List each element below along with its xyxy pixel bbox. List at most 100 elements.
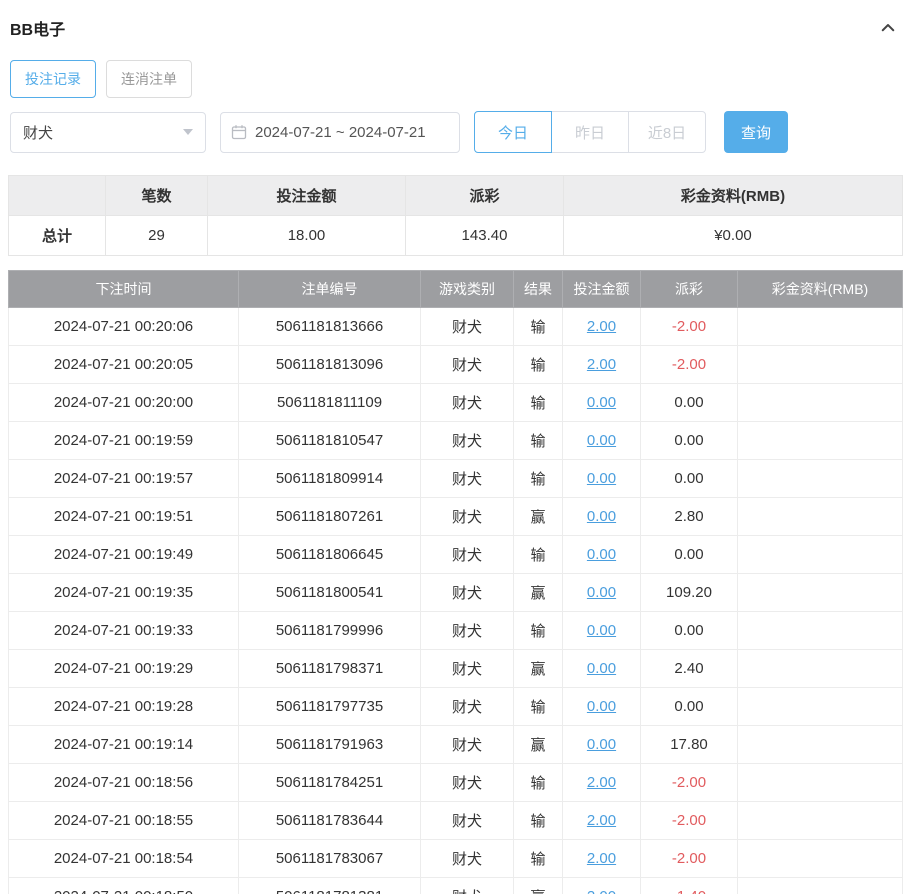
col-header-game-type: 游戏类别 [420, 270, 514, 308]
cell-result: 输 [513, 801, 563, 840]
cell-game-type: 财犬 [420, 839, 514, 878]
bet-amount-link[interactable]: 0.00 [587, 432, 616, 449]
bet-amount-link[interactable]: 2.00 [587, 812, 616, 829]
date-range-value: 2024-07-21 ~ 2024-07-21 [255, 123, 426, 141]
date-range-input[interactable]: 2024-07-21 ~ 2024-07-21 [220, 111, 460, 153]
bet-amount-link[interactable]: 0.00 [587, 698, 616, 715]
table-row: 2024-07-21 00:18:55 5061181783644 财犬 输 2… [8, 801, 903, 840]
panel-header: BB电子 [8, 8, 903, 46]
summary-total-count: 29 [105, 215, 208, 256]
cell-game-type: 财犬 [420, 307, 514, 346]
cell-order-id: 5061181811109 [238, 383, 421, 422]
cell-bet-time: 2024-07-21 00:20:05 [8, 345, 239, 384]
cell-game-type: 财犬 [420, 421, 514, 460]
summary-header-payout: 派彩 [405, 175, 564, 216]
cell-result: 输 [513, 421, 563, 460]
cell-bet-amount: 0.00 [562, 725, 641, 764]
cell-payout: -2.00 [640, 307, 738, 346]
cell-payout: -1.40 [640, 877, 738, 894]
col-header-result: 结果 [513, 270, 563, 308]
cell-payout: 0.00 [640, 687, 738, 726]
cell-bonus [737, 535, 903, 574]
col-header-payout: 派彩 [640, 270, 738, 308]
bet-amount-link[interactable]: 0.00 [587, 584, 616, 601]
cell-bet-time: 2024-07-21 00:18:54 [8, 839, 239, 878]
cell-payout: 0.00 [640, 383, 738, 422]
cell-order-id: 5061181813096 [238, 345, 421, 384]
bet-amount-link[interactable]: 0.00 [587, 660, 616, 677]
cell-bet-time: 2024-07-21 00:19:59 [8, 421, 239, 460]
cell-result: 输 [513, 763, 563, 802]
cell-order-id: 5061181809914 [238, 459, 421, 498]
cell-result: 输 [513, 535, 563, 574]
summary-table: 笔数 投注金额 派彩 彩金资料(RMB) 总计 29 18.00 143.40 … [8, 175, 903, 256]
cell-payout: 0.00 [640, 459, 738, 498]
yesterday-button[interactable]: 昨日 [551, 111, 629, 153]
query-button[interactable]: 查询 [724, 111, 788, 153]
cell-payout: 2.40 [640, 649, 738, 688]
bet-amount-link[interactable]: 0.00 [587, 622, 616, 639]
cell-bet-time: 2024-07-21 00:19:14 [8, 725, 239, 764]
summary-header-bonus: 彩金资料(RMB) [563, 175, 903, 216]
bet-amount-link[interactable]: 0.00 [587, 736, 616, 753]
cell-bonus [737, 573, 903, 612]
cell-game-type: 财犬 [420, 801, 514, 840]
cell-payout: 0.00 [640, 421, 738, 460]
cell-bet-time: 2024-07-21 00:19:29 [8, 649, 239, 688]
tab-cancelled-orders[interactable]: 连消注单 [106, 60, 192, 98]
summary-header-bet-amount: 投注金额 [207, 175, 406, 216]
cell-bet-time: 2024-07-21 00:19:28 [8, 687, 239, 726]
bet-amount-link[interactable]: 2.00 [587, 318, 616, 335]
table-row: 2024-07-21 00:19:28 5061181797735 财犬 输 0… [8, 687, 903, 726]
table-row: 2024-07-21 00:20:05 5061181813096 财犬 输 2… [8, 345, 903, 384]
tab-bet-records[interactable]: 投注记录 [10, 60, 96, 98]
cell-game-type: 财犬 [420, 459, 514, 498]
cell-bet-time: 2024-07-21 00:18:55 [8, 801, 239, 840]
cell-bonus [737, 307, 903, 346]
summary-total-bet-amount: 18.00 [207, 215, 406, 256]
cell-game-type: 财犬 [420, 497, 514, 536]
bet-amount-link[interactable]: 0.00 [587, 470, 616, 487]
bet-amount-link[interactable]: 2.00 [587, 356, 616, 373]
cell-result: 赢 [513, 497, 563, 536]
table-row: 2024-07-21 00:19:33 5061181799996 财犬 输 0… [8, 611, 903, 650]
table-row: 2024-07-21 00:19:59 5061181810547 财犬 输 0… [8, 421, 903, 460]
cell-bet-amount: 0.00 [562, 687, 641, 726]
today-button[interactable]: 今日 [474, 111, 552, 153]
last-8-days-button[interactable]: 近8日 [628, 111, 706, 153]
bet-amount-link[interactable]: 2.00 [587, 774, 616, 791]
cell-bonus [737, 345, 903, 384]
game-select[interactable]: 财犬 [10, 111, 206, 153]
col-header-order-id: 注单编号 [238, 270, 421, 308]
quick-range-group: 今日 昨日 近8日 [474, 111, 706, 153]
cell-bonus [737, 497, 903, 536]
chevron-up-icon [879, 24, 897, 40]
calendar-icon [231, 124, 247, 140]
summary-total-label: 总计 [8, 215, 106, 256]
cell-result: 输 [513, 383, 563, 422]
cell-order-id: 5061181783644 [238, 801, 421, 840]
col-header-bonus: 彩金资料(RMB) [737, 270, 903, 308]
bet-amount-link[interactable]: 2.00 [587, 888, 616, 894]
bet-amount-link[interactable]: 0.00 [587, 394, 616, 411]
cell-bet-time: 2024-07-21 00:19:35 [8, 573, 239, 612]
cell-payout: -2.00 [640, 839, 738, 878]
collapse-button[interactable] [877, 17, 899, 39]
bet-amount-link[interactable]: 0.00 [587, 546, 616, 563]
bet-amount-link[interactable]: 0.00 [587, 508, 616, 525]
cell-bonus [737, 459, 903, 498]
cell-payout: -2.00 [640, 763, 738, 802]
cell-order-id: 5061181799996 [238, 611, 421, 650]
cell-bonus [737, 877, 903, 894]
cell-result: 输 [513, 307, 563, 346]
table-row: 2024-07-21 00:19:29 5061181798371 财犬 赢 0… [8, 649, 903, 688]
cell-payout: 17.80 [640, 725, 738, 764]
cell-payout: 0.00 [640, 535, 738, 574]
summary-total-row: 总计 29 18.00 143.40 ¥0.00 [8, 215, 903, 256]
bet-amount-link[interactable]: 2.00 [587, 850, 616, 867]
cell-bonus [737, 725, 903, 764]
chevron-down-icon [183, 129, 193, 135]
cell-bet-time: 2024-07-21 00:20:06 [8, 307, 239, 346]
cell-game-type: 财犬 [420, 611, 514, 650]
cell-bet-amount: 2.00 [562, 763, 641, 802]
